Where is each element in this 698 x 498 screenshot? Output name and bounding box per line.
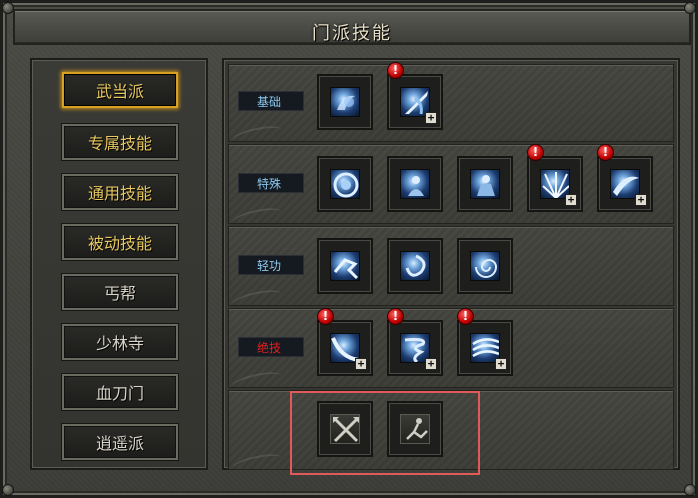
dash-runner-icon [330, 251, 360, 281]
category-label: 通用技能 [87, 184, 152, 203]
alert-badge-icon: ! [527, 144, 544, 161]
skill-slot[interactable]: ! + [387, 62, 443, 130]
skill-slot[interactable] [317, 74, 373, 130]
category-beggar-gang[interactable]: 丐帮 [62, 274, 178, 310]
category-label: 武当派 [95, 82, 144, 101]
title-bar: 门派技能 [13, 9, 691, 45]
skill-slot[interactable] [387, 156, 443, 212]
category-wudang[interactable]: 武当派 [62, 72, 178, 108]
vortex-icon [470, 251, 500, 281]
upgrade-plus-button[interactable]: + [635, 194, 647, 206]
row-label-special: 特殊 [238, 173, 304, 193]
rivet-icon [684, 484, 696, 496]
category-label: 被动技能 [87, 234, 152, 253]
category-shaolin[interactable]: 少林寺 [62, 324, 178, 360]
meditation-icon [400, 169, 430, 199]
alert-badge-icon: ! [317, 308, 334, 325]
skill-slot[interactable] [317, 238, 373, 294]
alert-badge-icon: ! [597, 144, 614, 161]
category-passive-skills[interactable]: 被动技能 [62, 224, 178, 260]
category-xiaoyao[interactable]: 逍遥派 [62, 424, 178, 460]
skill-slot[interactable]: ! + [527, 144, 583, 212]
skill-slot[interactable] [387, 238, 443, 294]
rivet-icon [2, 2, 14, 14]
alert-badge-icon: ! [457, 308, 474, 325]
category-common-skills[interactable]: 通用技能 [62, 174, 178, 210]
alert-badge-icon: ! [387, 308, 404, 325]
upgrade-plus-button[interactable]: + [355, 358, 367, 370]
shield-ring-icon [330, 169, 360, 199]
rivet-icon [684, 2, 696, 14]
upgrade-plus-button[interactable]: + [565, 194, 577, 206]
skill-slot[interactable] [317, 156, 373, 212]
wind-palm-icon [330, 87, 360, 117]
skill-slot[interactable] [457, 156, 513, 212]
skill-slot[interactable] [387, 401, 443, 457]
skill-slot[interactable] [317, 401, 373, 457]
skill-slot[interactable]: ! + [597, 144, 653, 212]
skill-row-extra [228, 390, 674, 470]
row-label-basic: 基础 [238, 91, 304, 111]
skill-slot[interactable]: ! + [457, 308, 513, 376]
upgrade-plus-button[interactable]: + [425, 112, 437, 124]
skill-slot[interactable]: ! + [317, 308, 373, 376]
category-label: 专属技能 [87, 134, 152, 153]
aura-body-icon [470, 169, 500, 199]
crossed-swords-icon [330, 414, 360, 444]
skill-slot[interactable] [457, 238, 513, 294]
category-label: 丐帮 [103, 284, 136, 303]
alert-badge-icon: ! [387, 62, 404, 79]
category-blood-blade[interactable]: 血刀门 [62, 374, 178, 410]
upgrade-plus-button[interactable]: + [425, 358, 437, 370]
window-title: 门派技能 [312, 23, 392, 44]
row-label-ultimate: 绝技 [238, 337, 304, 357]
whirl-step-icon [400, 251, 430, 281]
category-label: 血刀门 [95, 384, 144, 403]
skill-slot[interactable]: ! + [387, 308, 443, 376]
category-exclusive-skills[interactable]: 专属技能 [62, 124, 178, 160]
row-label-qinggong: 轻功 [238, 255, 304, 275]
upgrade-plus-button[interactable]: + [495, 358, 507, 370]
category-label: 少林寺 [95, 334, 144, 353]
category-label: 逍遥派 [95, 434, 144, 453]
rivet-icon [2, 484, 14, 496]
kick-stance-icon [400, 414, 430, 444]
